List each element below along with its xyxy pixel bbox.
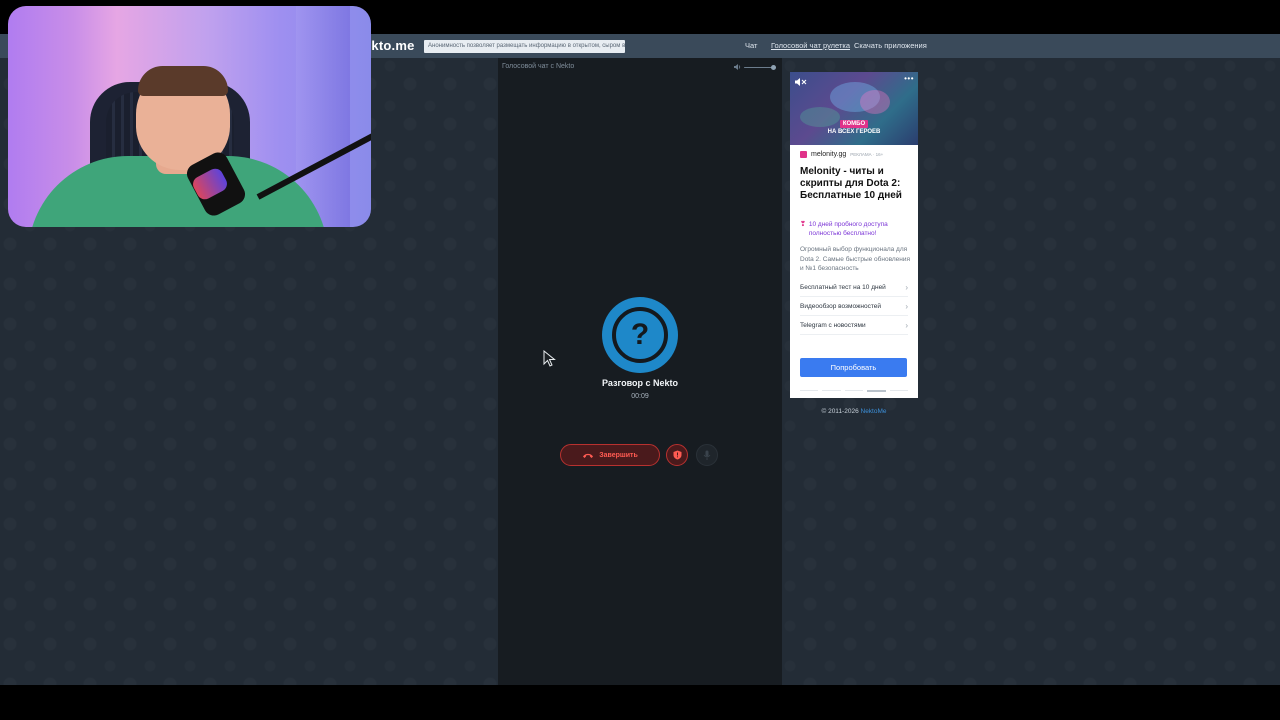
volume-knob[interactable] [771,64,776,70]
nav-chat[interactable]: Чат [745,41,757,50]
nav-voice-roulette[interactable]: Голосовой чат рулетка [771,41,850,50]
carousel-dot[interactable] [889,390,909,391]
ad-link-label: Telegram с новостями [800,321,866,329]
ad-video-caption: КОМБО НА ВСЕХ ГЕРОЕВ [820,120,888,136]
ad-source-domain[interactable]: melonity.gg [811,151,846,158]
carousel-dot[interactable] [800,390,819,391]
chevron-right-icon: › [905,301,908,311]
ad-label: РЕКЛАМА · 16+ [850,152,884,157]
ad-link-video-review[interactable]: Видеообзор возможностей › [800,299,908,313]
nav-download-apps[interactable]: Скачать приложения [854,41,927,50]
ad-caption-line2: НА ВСЕХ ГЕРОЕВ [827,129,881,135]
caller-name: Разговор с Nekto [601,378,679,388]
volume-slider[interactable] [734,63,778,71]
end-call-button[interactable]: Завершить [560,444,660,466]
ad-link-label: Видеообзор возможностей [800,302,881,310]
divider [800,296,908,297]
ad-carousel-indicator [800,390,909,392]
webcam-overlay [8,6,371,227]
ad-source-row[interactable]: melonity.gg РЕКЛАМА · 16+ [800,151,883,158]
microphone-button[interactable] [696,444,718,466]
divider [800,315,908,316]
carousel-dot-active[interactable] [867,390,886,392]
letterbox-bottom [0,685,1280,720]
tagline-tooltip: Анонимность позволяет размещать информац… [424,40,625,53]
ad-description: Огромный выбор функционала для Dota 2. С… [800,246,911,272]
ad-caption-line1: КОМБО [839,120,869,128]
caller-avatar: ? [602,297,678,373]
voice-chat-header: Голосовой чат с Nekto [498,58,782,76]
shield-icon [673,450,681,460]
ad-banner[interactable]: ••• КОМБО НА ВСЕХ ГЕРОЕВ melonity.gg РЕК… [790,72,918,398]
gift-icon: ❣ [800,221,806,228]
webcam-person-hair [138,66,228,96]
voice-chat-panel: Голосовой чат с Nekto ? Разговор с Nekto… [498,58,782,685]
footer: © 2011-2026 NektoMe [790,408,918,415]
carousel-dot[interactable] [822,390,841,391]
voice-chat-title: Голосовой чат с Nekto [502,63,575,70]
ad-title[interactable]: Melonity - читы и скрипты для Dota 2: Бе… [800,166,912,202]
microphone-icon [703,450,711,460]
ad-try-button[interactable]: Попробовать [800,358,907,377]
footer-copyright: © 2011-2026 [821,408,861,415]
more-options-icon[interactable]: ••• [904,74,914,83]
mute-icon[interactable] [795,77,807,87]
mouse-cursor-icon [543,350,556,367]
ad-video[interactable]: ••• КОМБО НА ВСЕХ ГЕРОЕВ [790,72,918,145]
ad-video-frame-highlight [860,90,890,114]
footer-link[interactable]: NektoMe [861,408,887,415]
divider [800,334,908,335]
ad-promo: ❣ 10 дней пробного доступа полностью бес… [800,220,912,238]
ad-link-label: Бесплатный тест на 10 дней [800,283,886,291]
report-button[interactable] [666,444,688,466]
end-call-label: Завершить [599,451,638,459]
ad-promo-text: 10 дней пробного доступа полностью беспл… [808,221,888,237]
ad-link-telegram[interactable]: Telegram с новостями › [800,318,908,332]
chevron-right-icon: › [905,320,908,330]
carousel-dot[interactable] [844,390,864,391]
ad-link-free-trial[interactable]: Бесплатный тест на 10 дней › [800,280,908,294]
speaker-icon [734,64,741,70]
site-logo[interactable]: ekto.me [364,38,415,53]
melonity-logo-icon [800,151,807,158]
hang-up-icon [583,453,594,458]
screen: ekto.me Анонимность позволяет размещать … [0,0,1280,720]
question-mark-icon: ? [612,307,668,363]
call-timer: 00:09 [631,393,649,400]
chevron-right-icon: › [905,282,908,292]
